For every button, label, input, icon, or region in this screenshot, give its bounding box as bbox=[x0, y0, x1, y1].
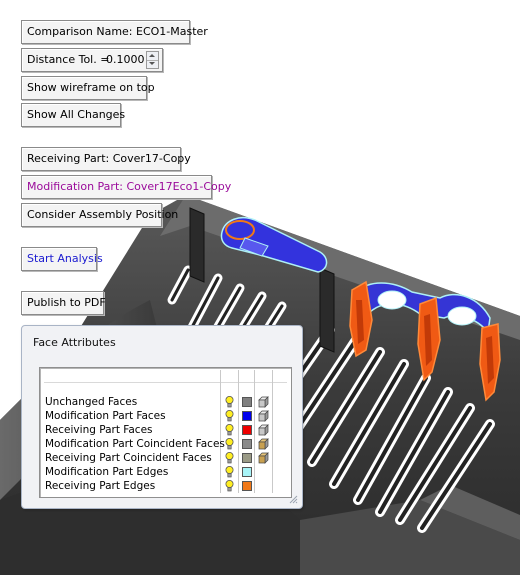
face-attributes-panel: Face Attributes Unchanged Faces Modificat… bbox=[21, 325, 303, 509]
tolerance-spinner[interactable] bbox=[146, 51, 159, 69]
distance-tolerance-field[interactable]: Distance Tol. = 0.1000 bbox=[21, 48, 163, 72]
lightbulb-icon[interactable] bbox=[225, 466, 234, 478]
list-item[interactable]: Unchanged Faces bbox=[40, 395, 285, 409]
lightbulb-icon[interactable] bbox=[225, 396, 234, 408]
publish-to-pdf-button[interactable]: Publish to PDF bbox=[21, 291, 106, 315]
face-attribute-label: Unchanged Faces bbox=[45, 396, 138, 408]
lightbulb-icon[interactable] bbox=[225, 424, 234, 436]
cube-icon[interactable] bbox=[257, 452, 269, 464]
color-swatch[interactable] bbox=[242, 467, 252, 477]
start-analysis-button[interactable]: Start Analysis bbox=[21, 247, 103, 271]
face-attributes-list: Unchanged Faces Modification Part Faces Re… bbox=[39, 367, 292, 498]
color-swatch[interactable] bbox=[242, 439, 252, 449]
list-item[interactable]: Receiving Part Edges bbox=[40, 479, 285, 493]
face-attribute-label: Receiving Part Edges bbox=[45, 480, 156, 492]
cube-icon[interactable] bbox=[257, 396, 269, 408]
list-item[interactable]: Receiving Part Faces bbox=[40, 423, 285, 437]
cube-icon[interactable] bbox=[257, 438, 269, 450]
face-attributes-title: Face Attributes bbox=[33, 336, 116, 349]
distance-tolerance-value[interactable]: 0.1000 bbox=[106, 49, 145, 71]
list-item[interactable]: Modification Part Coincident Faces bbox=[40, 437, 285, 451]
color-swatch[interactable] bbox=[242, 453, 252, 463]
modification-part-button[interactable]: Modification Part: Cover17Eco1-Copy bbox=[21, 175, 231, 199]
resize-grip-icon[interactable] bbox=[289, 495, 298, 504]
color-swatch[interactable] bbox=[242, 411, 252, 421]
list-item[interactable]: Receiving Part Coincident Faces bbox=[40, 451, 285, 465]
list-item[interactable]: Modification Part Edges bbox=[40, 465, 285, 479]
cube-icon[interactable] bbox=[257, 410, 269, 422]
face-attribute-label: Receiving Part Faces bbox=[45, 424, 153, 436]
face-attribute-label: Receiving Part Coincident Faces bbox=[45, 452, 212, 464]
show-wireframe-button[interactable]: Show wireframe on top bbox=[21, 76, 155, 100]
face-attribute-label: Modification Part Faces bbox=[45, 410, 166, 422]
comparison-name-button[interactable]: Comparison Name: ECO1-Master bbox=[21, 20, 208, 44]
color-swatch[interactable] bbox=[242, 397, 252, 407]
color-swatch[interactable] bbox=[242, 481, 252, 491]
consider-assembly-position-button[interactable]: Consider Assembly Position bbox=[21, 203, 178, 227]
spinner-down-arrow-icon[interactable] bbox=[147, 60, 158, 68]
lightbulb-icon[interactable] bbox=[225, 480, 234, 492]
lightbulb-icon[interactable] bbox=[225, 452, 234, 464]
receiving-part-button[interactable]: Receiving Part: Cover17-Copy bbox=[21, 147, 191, 171]
lightbulb-icon[interactable] bbox=[225, 410, 234, 422]
list-item[interactable]: Modification Part Faces bbox=[40, 409, 285, 423]
distance-tolerance-label: Distance Tol. = bbox=[27, 53, 110, 66]
list-header-divider bbox=[44, 382, 287, 383]
color-swatch[interactable] bbox=[242, 425, 252, 435]
cube-icon[interactable] bbox=[257, 424, 269, 436]
face-attribute-label: Modification Part Edges bbox=[45, 466, 169, 478]
face-attribute-label: Modification Part Coincident Faces bbox=[45, 438, 225, 450]
lightbulb-icon[interactable] bbox=[225, 438, 234, 450]
show-all-changes-button[interactable]: Show All Changes bbox=[21, 103, 125, 127]
